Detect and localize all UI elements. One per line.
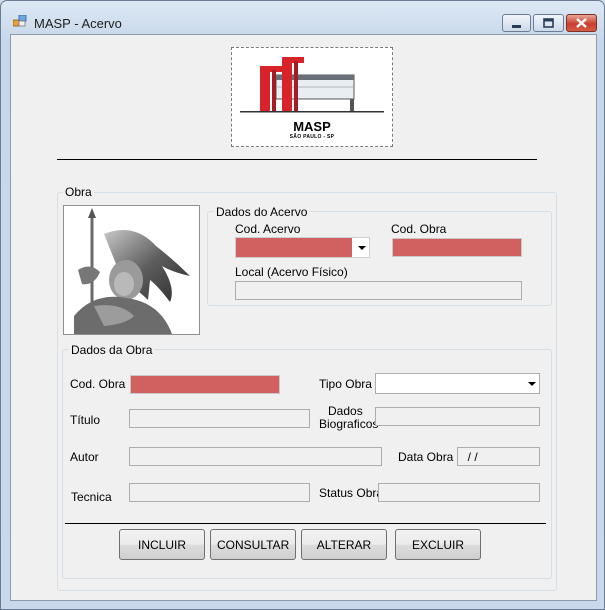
dados-biograficos-label-line1: Dados	[328, 404, 363, 418]
cod-acervo-combobox[interactable]	[235, 237, 370, 258]
tecnica-label: Tecnica	[71, 490, 112, 504]
app-window-icon	[13, 15, 27, 27]
acervo-cod-obra-field[interactable]	[392, 238, 522, 257]
status-obra-label: Status Obra	[319, 486, 384, 500]
chevron-down-icon	[358, 246, 366, 250]
tipo-obra-combobox[interactable]	[375, 373, 540, 394]
titulo-field[interactable]	[129, 409, 310, 428]
artwork-photo	[74, 208, 190, 334]
dados-biograficos-field[interactable]	[375, 407, 540, 426]
masp-logo: MASP SÃO PAULO - SP	[231, 47, 393, 147]
status-obra-field[interactable]	[378, 483, 540, 502]
excluir-button[interactable]: EXCLUIR	[395, 529, 481, 560]
autor-field[interactable]	[129, 447, 382, 466]
logo-text: MASP	[293, 119, 331, 134]
maximize-button[interactable]	[533, 14, 564, 32]
minimize-icon	[512, 25, 521, 28]
consultar-button[interactable]: CONSULTAR	[210, 529, 296, 560]
data-obra-value: / /	[461, 450, 478, 464]
cod-acervo-label: Cod. Acervo	[235, 222, 301, 236]
autor-label: Autor	[70, 450, 99, 464]
tipo-obra-label: Tipo Obra	[319, 377, 372, 391]
form-client-area: MASP SÃO PAULO - SP Obra Dados do Acervo…	[10, 34, 597, 601]
title-bar[interactable]: MASP - Acervo	[1, 1, 604, 33]
obra-cod-obra-field[interactable]	[130, 375, 280, 394]
acervo-group-title: Dados do Acervo	[214, 205, 310, 219]
buttons-divider	[65, 523, 546, 524]
acervo-cod-obra-label: Cod. Obra	[391, 222, 447, 236]
data-obra-field[interactable]: / /	[457, 447, 540, 466]
incluir-button[interactable]: INCLUIR	[119, 529, 205, 560]
close-button[interactable]	[566, 14, 597, 32]
chevron-down-icon	[528, 382, 536, 386]
window-title: MASP - Acervo	[34, 16, 122, 31]
header-divider	[57, 159, 537, 160]
local-acervo-label: Local (Acervo Físico)	[235, 265, 348, 279]
data-obra-label: Data Obra	[398, 450, 454, 464]
logo-subtitle: SÃO PAULO - SP	[289, 134, 335, 140]
obra-cod-obra-label: Cod. Obra	[70, 377, 126, 391]
dados-biograficos-label-line2: Biograficos	[319, 417, 379, 431]
tecnica-field[interactable]	[129, 483, 310, 502]
artwork-image	[63, 205, 200, 335]
obra-group-title: Obra	[63, 185, 94, 199]
app-window: MASP - Acervo MASP SÃO PAULO - SP Obra D…	[0, 0, 605, 610]
minimize-button[interactable]	[502, 14, 531, 32]
titulo-label: Título	[70, 413, 101, 427]
dados-obra-group-title: Dados da Obra	[69, 343, 155, 357]
close-icon	[576, 18, 587, 28]
alterar-button[interactable]: ALTERAR	[301, 529, 387, 560]
maximize-icon	[543, 18, 554, 28]
local-acervo-field[interactable]	[235, 281, 522, 300]
